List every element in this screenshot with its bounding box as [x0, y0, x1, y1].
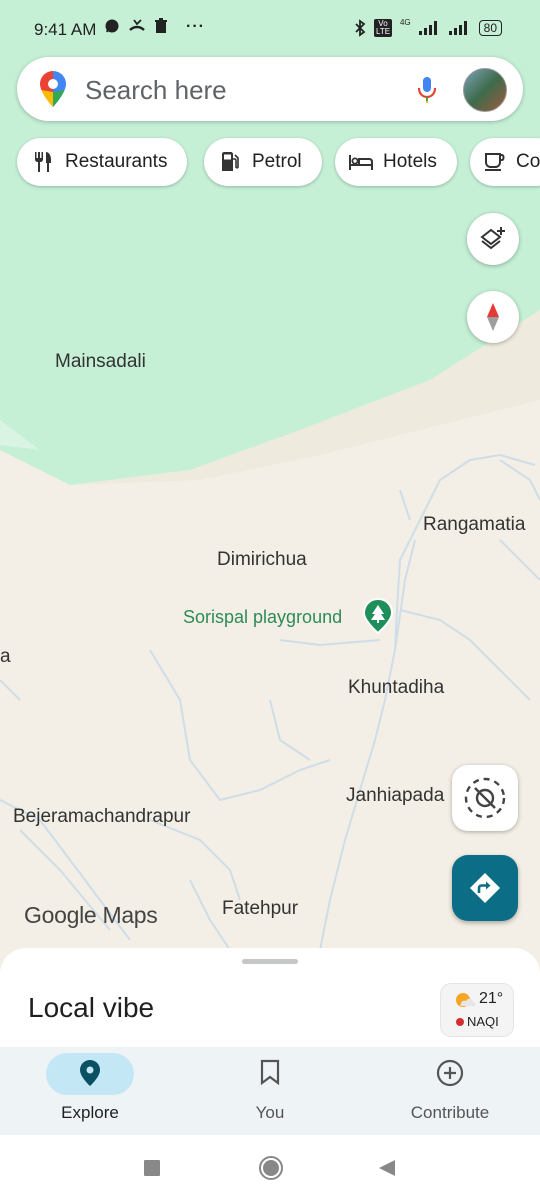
whatsapp-icon: [105, 19, 119, 33]
chip-petrol[interactable]: Petrol: [204, 138, 322, 186]
mic-icon[interactable]: [417, 75, 437, 105]
coffee-icon: [484, 150, 506, 174]
nav-label: Explore: [61, 1103, 119, 1122]
hotel-icon: [349, 150, 373, 174]
chip-restaurants[interactable]: Restaurants: [17, 138, 188, 186]
recents-icon[interactable]: [143, 1159, 161, 1177]
layers-icon: [480, 227, 505, 250]
network-type: 4G: [399, 18, 411, 27]
bookmark-icon: [260, 1059, 280, 1085]
place-label-rangamatia[interactable]: Rangamatia: [423, 514, 525, 536]
petrol-icon: [218, 150, 242, 174]
battery-icon: 80: [478, 19, 502, 36]
avatar[interactable]: [463, 68, 507, 112]
my-location-button[interactable]: [452, 765, 518, 831]
aqi-status-dot: [456, 1018, 464, 1026]
directions-icon: [470, 873, 500, 903]
place-label-mainsadali[interactable]: Mainsadali: [55, 351, 146, 373]
bluetooth-icon: [355, 18, 366, 37]
bottom-sheet[interactable]: Local vibe 21° NAQI: [0, 948, 540, 1048]
explore-pin-icon: [80, 1060, 100, 1086]
chip-coffee[interactable]: Co: [470, 138, 540, 186]
system-nav-bar: [0, 1135, 540, 1200]
signal-icon: [418, 20, 437, 35]
chip-label: Hotels: [383, 151, 437, 172]
home-icon[interactable]: [258, 1155, 284, 1181]
place-label-edge[interactable]: a: [0, 646, 11, 668]
weather-chip[interactable]: 21° NAQI: [441, 984, 513, 1036]
place-label-dimirichua[interactable]: Dimirichua: [217, 549, 307, 571]
signal-icon-2: [448, 20, 467, 35]
place-label-janhiapada[interactable]: Janhiapada: [346, 785, 444, 807]
add-circle-icon: [436, 1059, 464, 1087]
aqi-label: NAQI: [467, 1014, 499, 1029]
bottom-nav: Explore You Contribute: [0, 1047, 540, 1135]
park-marker-icon[interactable]: [362, 597, 394, 635]
place-label-khuntadiha[interactable]: Khuntadiha: [348, 677, 444, 699]
directions-button[interactable]: [452, 855, 518, 921]
place-label-fatehpur[interactable]: Fatehpur: [222, 898, 298, 920]
google-maps-wordmark: Google Maps: [24, 902, 158, 928]
layers-button[interactable]: [467, 213, 519, 265]
volte-badge: Vo LTE: [373, 18, 392, 37]
maps-pin-logo: [40, 71, 66, 107]
status-left-icons: ···: [104, 18, 205, 36]
nav-contribute[interactable]: Contribute: [360, 1047, 540, 1135]
chip-label: Petrol: [252, 151, 302, 172]
nav-explore[interactable]: Explore: [0, 1047, 180, 1135]
missed-call-icon: [129, 19, 145, 31]
back-icon[interactable]: [378, 1159, 396, 1177]
sheet-drag-handle[interactable]: [242, 959, 298, 964]
weather-sun-cloud-icon: [456, 993, 476, 1007]
more-dots-icon: ···: [186, 18, 205, 35]
sheet-title: Local vibe: [28, 992, 155, 1023]
restaurant-icon: [31, 150, 55, 174]
place-label-bejeramachandrapur[interactable]: Bejeramachandrapur: [13, 806, 190, 828]
status-right-icons: Vo LTE 4G 80: [354, 18, 502, 37]
chip-label: Restaurants: [65, 151, 168, 172]
weather-temp: 21°: [479, 990, 504, 1007]
chip-label: Co: [516, 151, 540, 172]
status-time: 9:41 AM: [34, 20, 97, 39]
compass-button[interactable]: [467, 291, 519, 343]
nav-label: Contribute: [410, 1103, 490, 1122]
location-off-icon: [464, 777, 506, 819]
nav-you[interactable]: You: [180, 1047, 360, 1135]
compass-icon: [487, 303, 499, 331]
trash-icon: [155, 18, 167, 33]
search-input[interactable]: Search here: [85, 75, 227, 106]
chip-hotels[interactable]: Hotels: [335, 138, 457, 186]
nav-label: You: [255, 1103, 285, 1122]
status-bar: 9:41 AM ··· Vo LTE 4G 80: [0, 0, 540, 58]
search-bar[interactable]: Search here: [17, 57, 523, 121]
poi-label-playground[interactable]: Sorispal playground: [183, 607, 342, 628]
